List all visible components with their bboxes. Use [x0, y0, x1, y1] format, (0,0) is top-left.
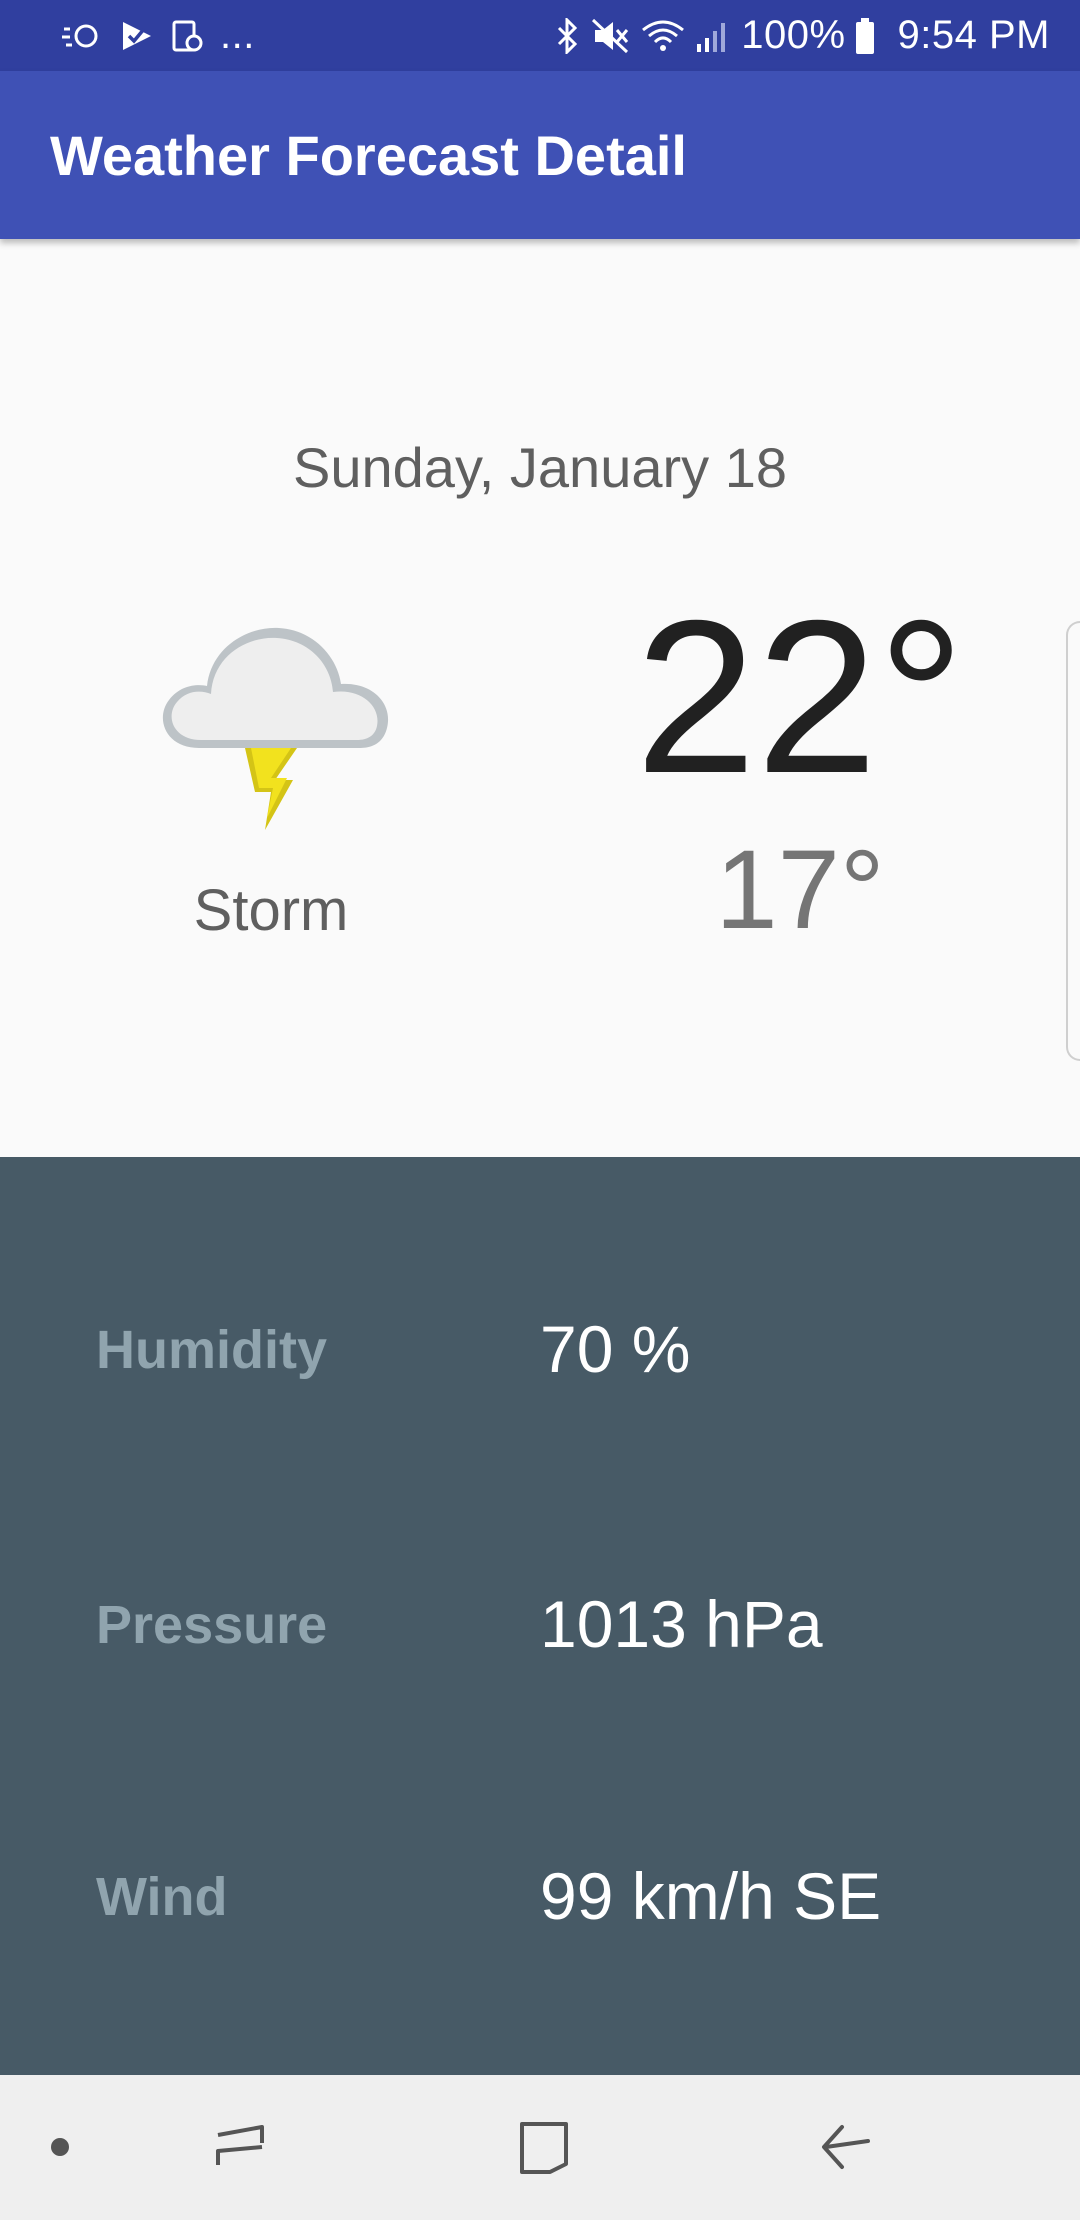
screenshot-icon [170, 19, 204, 53]
forecast-date: Sunday, January 18 [293, 436, 787, 499]
mute-icon [591, 18, 631, 54]
bluetooth-icon [555, 17, 581, 54]
detail-row-humidity: Humidity 70 % [0, 1311, 1080, 1391]
app-bar: Weather Forecast Detail [0, 71, 1080, 239]
home-icon[interactable] [504, 2113, 584, 2183]
low-temperature: 17° [715, 827, 885, 952]
signal-icon [695, 18, 731, 54]
back-icon[interactable] [806, 2115, 886, 2179]
condition-label: Storm [193, 878, 349, 943]
status-bar: ... 100% 9:54 PM [0, 0, 1080, 71]
page-title: Weather Forecast Detail [50, 123, 687, 187]
humidity-value: 70 % [540, 1312, 691, 1386]
status-bar-right: 100% 9:54 PM [555, 13, 1050, 58]
assistant-icon [62, 19, 104, 53]
status-overflow: ... [220, 13, 255, 57]
edge-panel-handle[interactable] [1066, 621, 1080, 1061]
humidity-label: Humidity [96, 1320, 328, 1380]
status-bar-left: ... [62, 13, 255, 58]
recents-icon[interactable] [200, 2115, 280, 2179]
dot-icon[interactable] [40, 2127, 80, 2167]
wind-value: 99 km/h SE [540, 1859, 882, 1933]
details-panel: Humidity 70 % Pressure 1013 hPa Wind 99 … [0, 1157, 1080, 2075]
forecast-summary: Sunday, January 18 Storm 22° 17° [0, 239, 1080, 1157]
detail-row-pressure: Pressure 1013 hPa [0, 1586, 1080, 1666]
storm-icon [147, 584, 397, 844]
battery-icon [854, 17, 876, 55]
status-time: 9:54 PM [897, 13, 1050, 57]
pressure-value: 1013 hPa [540, 1587, 823, 1661]
battery-percent: 100% [741, 13, 846, 57]
navigation-bar [0, 2075, 1080, 2220]
high-temperature: 22° [635, 576, 965, 819]
check-icon [120, 19, 154, 53]
wind-label: Wind [96, 1867, 228, 1927]
wifi-icon [641, 18, 685, 54]
detail-row-wind: Wind 99 km/h SE [0, 1858, 1080, 1938]
pressure-label: Pressure [96, 1595, 328, 1655]
